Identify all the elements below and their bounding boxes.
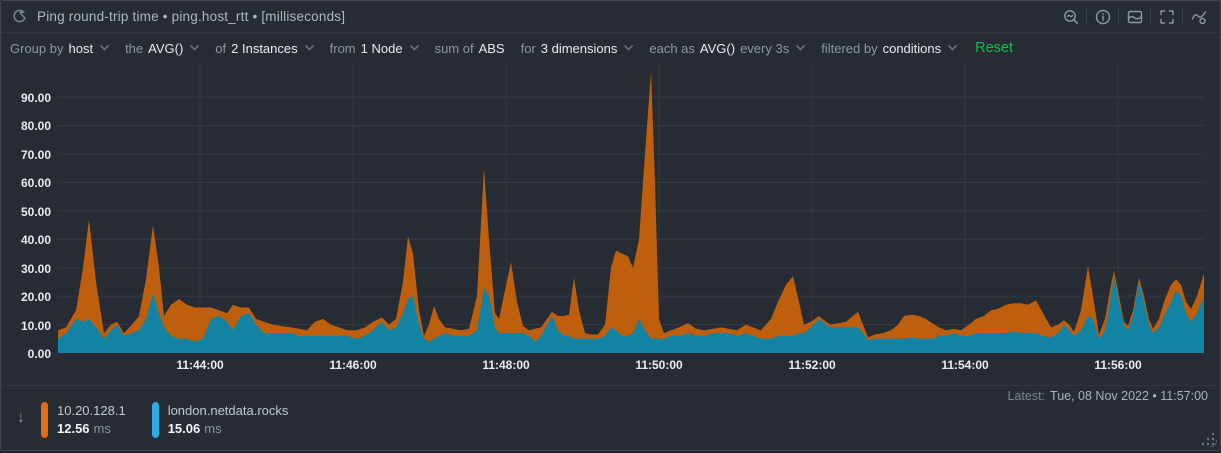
- y-axis-tick: 70.00: [1, 148, 51, 162]
- toolbar-item-label: sum of: [435, 41, 474, 56]
- toolbar-item-value: AVG(): [148, 41, 183, 56]
- x-axis-tick: 11:48:00: [461, 358, 551, 372]
- toolbar-item-label: of: [215, 41, 226, 56]
- x-axis-tick: 11:46:00: [308, 358, 398, 372]
- legend-dimension-value: 12.56ms: [57, 420, 126, 437]
- latest-label: Latest:: [1008, 389, 1046, 403]
- toolbar-item-suffix: every 3s: [740, 41, 789, 56]
- chart-area[interactable]: 0.00 10.00 20.00 30.00 40.00 50.00 60.00 70.00 8…: [1, 63, 1220, 385]
- series-area-10-20-128-1: [58, 71, 1204, 353]
- sort-descending-icon[interactable]: ↓: [17, 409, 25, 427]
- reset-button[interactable]: Reset: [975, 40, 1013, 56]
- toolbar-item-value: ABS: [479, 41, 505, 56]
- y-axis-tick: 10.00: [1, 319, 51, 333]
- toolbar-item-label: the: [125, 41, 143, 56]
- toolbar-item-avg-[interactable]: the AVG(): [125, 41, 199, 56]
- toolbar-item-abs: sum of ABS: [435, 41, 505, 56]
- toolbar-item-value: conditions: [883, 41, 942, 56]
- header-icon-group: [1055, 1, 1214, 32]
- resize-grip-icon[interactable]: [1200, 430, 1218, 448]
- y-axis-tick: 30.00: [1, 262, 51, 276]
- chevron-down-icon: [796, 45, 805, 51]
- chevron-down-icon: [948, 45, 957, 51]
- legend-color-bar: [152, 402, 159, 438]
- toolbar-item-value: AVG(): [700, 41, 735, 56]
- y-axis-tick: 60.00: [1, 176, 51, 190]
- area-chart-icon[interactable]: [1119, 1, 1150, 32]
- toolbar-item-avg-[interactable]: each as AVG() every 3s: [649, 41, 805, 56]
- toolbar-item-label: from: [330, 41, 356, 56]
- toolbar-item-host[interactable]: Group by host: [10, 41, 109, 56]
- chart-toolbar: Reset Group by host the AVG() of 2 Instances f…: [1, 33, 1220, 63]
- chevron-down-icon: [410, 45, 419, 51]
- legend-dimension-unit: ms: [204, 421, 221, 436]
- y-axis-tick: 50.00: [1, 205, 51, 219]
- toolbar-item-value: 2 Instances: [231, 41, 298, 56]
- toolbar-item-3-dimensions[interactable]: for 3 dimensions: [521, 41, 634, 56]
- line-chart-icon[interactable]: [1183, 1, 1214, 32]
- toolbar-item-1-node[interactable]: from 1 Node: [330, 41, 419, 56]
- toolbar-item-value: host: [68, 41, 93, 56]
- chevron-down-icon: [624, 45, 633, 51]
- chart-plot[interactable]: [58, 64, 1204, 353]
- x-axis-tick: 11:54:00: [920, 358, 1010, 372]
- chart-footer: Latest: Tue, 08 Nov 2022 • 11:57:00 ↓ 10.…: [1, 385, 1220, 450]
- latest-timestamp: Latest: Tue, 08 Nov 2022 • 11:57:00: [1008, 389, 1209, 403]
- y-axis-tick: 40.00: [1, 233, 51, 247]
- y-axis-tick: 0.00: [1, 347, 51, 361]
- chevron-down-icon: [305, 45, 314, 51]
- chevron-down-icon: [190, 45, 199, 51]
- x-axis-tick: 11:56:00: [1073, 358, 1163, 372]
- magnifier-chart-icon[interactable]: [1055, 1, 1086, 32]
- toolbar-item-label: each as: [649, 41, 695, 56]
- chart-plot-svg[interactable]: [58, 64, 1204, 353]
- latest-value: Tue, 08 Nov 2022 • 11:57:00: [1050, 389, 1208, 403]
- toolbar-item-value: 1 Node: [361, 41, 403, 56]
- info-icon[interactable]: [1087, 1, 1118, 32]
- y-axis-tick: 90.00: [1, 91, 51, 105]
- toolbar-item-2-instances[interactable]: of 2 Instances: [215, 41, 313, 56]
- toolbar-item-label: filtered by: [821, 41, 877, 56]
- x-axis-tick: 11:50:00: [614, 358, 704, 372]
- toolbar-item-conditions[interactable]: filtered by conditions: [821, 41, 957, 56]
- legend-dimension-name: london.netdata.rocks: [168, 402, 289, 420]
- toolbar-item-value: 3 dimensions: [541, 41, 618, 56]
- legend-item-10-20-128-1[interactable]: 10.20.128.112.56ms: [41, 402, 126, 438]
- legend-color-bar: [41, 402, 48, 438]
- legend-item-london-netdata-rocks[interactable]: london.netdata.rocks15.06ms: [152, 402, 289, 438]
- y-axis-tick: 80.00: [1, 119, 51, 133]
- x-axis-tick: 11:52:00: [767, 358, 857, 372]
- y-axis-tick: 20.00: [1, 290, 51, 304]
- toolbar-item-label: for: [521, 41, 536, 56]
- legend: ↓ 10.20.128.112.56ms london.netdata.rocks…: [17, 402, 314, 438]
- toolbar-item-label: Group by: [10, 41, 63, 56]
- expand-icon[interactable]: [1151, 1, 1182, 32]
- chevron-down-icon: [100, 45, 109, 51]
- chart-title: Ping round-trip time • ping.host_rtt • […: [37, 9, 345, 24]
- chart-panel: Ping round-trip time • ping.host_rtt • […: [0, 0, 1221, 451]
- chart-logo-icon: [11, 8, 28, 25]
- legend-dimension-name: 10.20.128.1: [57, 402, 126, 420]
- chart-header: Ping round-trip time • ping.host_rtt • […: [1, 1, 1220, 33]
- x-axis-tick: 11:44:00: [155, 358, 245, 372]
- legend-dimension-unit: ms: [94, 421, 111, 436]
- legend-dimension-value: 15.06ms: [168, 420, 289, 437]
